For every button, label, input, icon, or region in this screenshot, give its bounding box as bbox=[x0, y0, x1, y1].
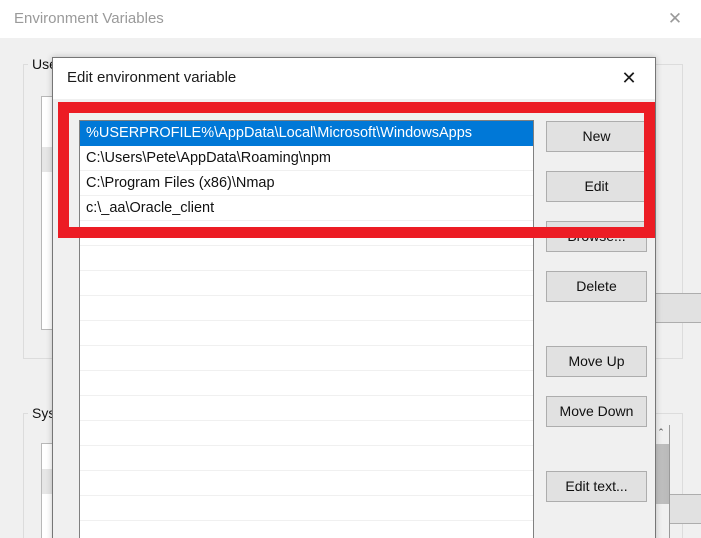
list-item-empty[interactable] bbox=[80, 521, 533, 538]
edit-environment-variable-dialog: Edit environment variable ✕ %USERPROFILE… bbox=[52, 57, 656, 538]
browse-button[interactable]: Browse... bbox=[546, 221, 647, 252]
list-item[interactable]: c:\_aa\Oracle_client bbox=[80, 196, 533, 221]
background-window-title: Environment Variables bbox=[14, 10, 164, 27]
list-item[interactable]: C:\Program Files (x86)\Nmap bbox=[80, 171, 533, 196]
list-item[interactable]: C:\Users\Pete\AppData\Roaming\npm bbox=[80, 146, 533, 171]
screen: Environment Variables ✕ User variables f… bbox=[0, 0, 701, 538]
dialog-titlebar: Edit environment variable ✕ bbox=[53, 58, 655, 99]
list-item-empty[interactable] bbox=[80, 321, 533, 346]
delete-button[interactable]: Delete bbox=[546, 271, 647, 302]
background-titlebar: Environment Variables ✕ bbox=[0, 0, 701, 39]
list-item-empty[interactable] bbox=[80, 421, 533, 446]
list-item-empty[interactable] bbox=[80, 371, 533, 396]
list-item-empty[interactable] bbox=[80, 271, 533, 296]
edit-button[interactable]: Edit bbox=[546, 171, 647, 202]
edit-text-button[interactable]: Edit text... bbox=[546, 471, 647, 502]
list-item-empty[interactable] bbox=[80, 496, 533, 521]
dialog-title: Edit environment variable bbox=[67, 69, 237, 86]
close-icon[interactable]: ✕ bbox=[609, 65, 649, 93]
scrollbar-thumb[interactable] bbox=[654, 444, 669, 504]
new-button[interactable]: New bbox=[546, 121, 647, 152]
close-icon[interactable]: ✕ bbox=[657, 6, 693, 32]
list-item-empty[interactable] bbox=[80, 471, 533, 496]
list-item-empty[interactable] bbox=[80, 221, 533, 246]
dialog-body: %USERPROFILE%\AppData\Local\Microsoft\Wi… bbox=[53, 99, 655, 538]
list-item-empty[interactable] bbox=[80, 296, 533, 321]
list-item[interactable]: %USERPROFILE%\AppData\Local\Microsoft\Wi… bbox=[80, 121, 533, 146]
move-down-button[interactable]: Move Down bbox=[546, 396, 647, 427]
list-item-empty[interactable] bbox=[80, 346, 533, 371]
list-item-empty[interactable] bbox=[80, 246, 533, 271]
path-entries-list[interactable]: %USERPROFILE%\AppData\Local\Microsoft\Wi… bbox=[79, 120, 534, 538]
list-item-empty[interactable] bbox=[80, 446, 533, 471]
list-item-empty[interactable] bbox=[80, 396, 533, 421]
move-up-button[interactable]: Move Up bbox=[546, 346, 647, 377]
